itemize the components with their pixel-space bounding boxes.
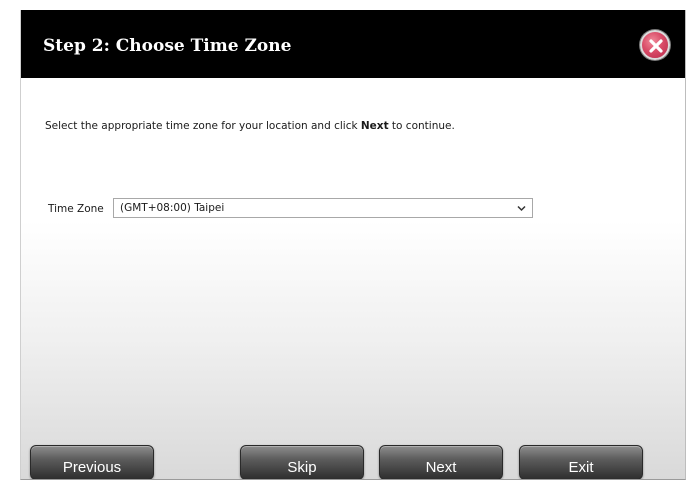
instruction-after: to continue. <box>388 120 455 132</box>
exit-button-label: Exit <box>568 459 594 476</box>
exit-button[interactable]: Exit <box>519 445 643 479</box>
skip-button[interactable]: Skip <box>240 445 364 479</box>
dialog-title: Step 2: Choose Time Zone <box>43 36 292 56</box>
skip-button-label: Skip <box>287 459 317 476</box>
time-zone-select[interactable]: (GMT+08:00) Taipei <box>113 198 533 218</box>
previous-button[interactable]: Previous <box>30 445 154 479</box>
instruction-next-emphasis: Next <box>360 120 389 132</box>
previous-button-label: Previous <box>62 459 122 476</box>
close-icon[interactable] <box>640 30 670 60</box>
chevron-down-icon <box>517 205 526 212</box>
time-zone-selected-value: (GMT+08:00) Taipei <box>120 202 225 214</box>
time-zone-label: Time Zone <box>48 203 104 215</box>
time-zone-dialog: Step 2: Choose Time Zone Select the appr… <box>20 10 686 480</box>
dialog-title-bar: Step 2: Choose Time Zone <box>21 10 685 78</box>
instruction-text: Select the appropriate time zone for you… <box>45 120 455 132</box>
instruction-before: Select the appropriate time zone for you… <box>45 120 361 132</box>
next-button[interactable]: Next <box>379 445 503 479</box>
next-button-label: Next <box>425 459 457 476</box>
